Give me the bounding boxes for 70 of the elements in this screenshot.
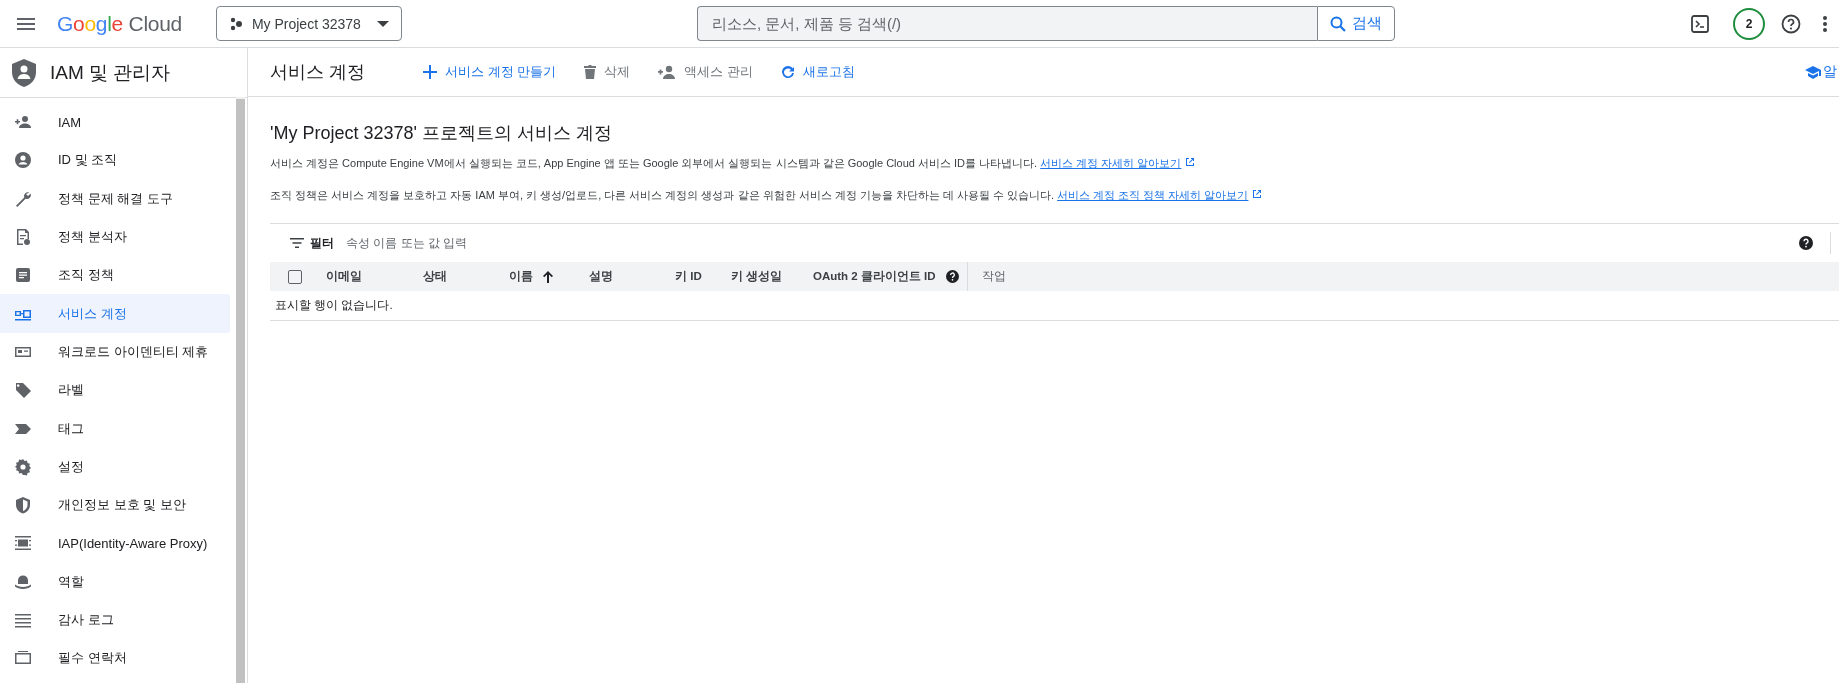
external-link-icon: [1185, 157, 1196, 167]
docs-link[interactable]: 서비스 계정 조직 정책 자세히 알아보기: [1057, 189, 1263, 201]
column-header[interactable]: OAuth 2 클라이언트 ID: [813, 269, 936, 284]
select-all-checkbox[interactable]: [288, 269, 302, 284]
section-heading: 'My Project 32378' 프로젝트의 서비스 계정: [270, 122, 613, 145]
graduation-cap-icon: [1805, 65, 1821, 79]
plus-icon: [423, 65, 437, 79]
scrollbar[interactable]: [236, 97, 245, 683]
sidebar-item[interactable]: 워크로드 아이덴티티 제휴: [0, 332, 230, 372]
help-icon[interactable]: [945, 270, 959, 283]
sidebar-item[interactable]: ID 및 조직: [0, 141, 230, 180]
google-cloud-logo[interactable]: Google Cloud: [57, 11, 182, 36]
filter-label: 필터: [310, 234, 334, 252]
sort-arrow-icon[interactable]: [543, 270, 553, 283]
more-icon[interactable]: [1823, 15, 1827, 32]
learn-link[interactable]: 알: [1805, 63, 1837, 81]
sidebar-item[interactable]: 설정: [0, 447, 230, 486]
column-header[interactable]: 설명: [589, 269, 613, 284]
docs-link[interactable]: 서비스 계정 자세히 알아보기: [1040, 157, 1196, 169]
page-title: 서비스 계정: [270, 61, 365, 84]
search-button[interactable]: 검색: [1316, 6, 1395, 41]
person-add-icon: [658, 65, 677, 79]
help-icon[interactable]: [1799, 236, 1813, 250]
sidebar-item[interactable]: IAP(Identity-Aware Proxy): [0, 524, 230, 563]
create-button[interactable]: 서비스 계정 만들기: [423, 59, 557, 85]
terminal-icon[interactable]: [1691, 14, 1709, 33]
sidebar-title: IAM 및 관리자: [50, 60, 171, 85]
shield-icon: [14, 496, 32, 515]
menu-icon[interactable]: [17, 17, 35, 30]
sidebar-item[interactable]: 감사 로그: [0, 600, 230, 640]
sidebar-item[interactable]: 조직 정책: [0, 256, 230, 295]
description-text: 조직 정책은 서비스 계정을 보호하고 자동 IAM 부여, 키 생성/업로드, 다른 서비스 계정의 생성과 같은 위험한 서비스 계정 기능을 차단하는 데 사용될 수 있습니다. 서비스 계정 조직 정책 자세히 알아보기: [270, 187, 1839, 203]
account-circle-icon: [14, 151, 32, 170]
dots-icon: [228, 16, 243, 31]
column-header[interactable]: 상태: [423, 269, 447, 284]
column-header[interactable]: 키 ID: [675, 269, 702, 284]
sidebar-item[interactable]: IAM: [0, 103, 230, 142]
sidebar-item[interactable]: 서비스 계정: [0, 294, 230, 333]
column-header[interactable]: 작업: [982, 269, 1006, 284]
gear-icon: [14, 457, 32, 476]
list-icon: [14, 611, 32, 629]
sidebar-item[interactable]: 태그: [0, 409, 230, 448]
help-icon[interactable]: [1781, 13, 1801, 34]
search-icon: [1329, 15, 1346, 32]
search-field[interactable]: 리소스, 문서, 제품 등 검색(/): [696, 6, 1317, 41]
sidebar-item[interactable]: 개인정보 보호 및 보안: [0, 485, 230, 525]
column-header[interactable]: 이메일: [326, 269, 362, 284]
external-link-icon: [1252, 189, 1263, 199]
sidebar-item[interactable]: 역할: [0, 562, 230, 601]
caret-icon: [376, 20, 389, 27]
frame-list-icon: [14, 534, 32, 553]
description-text: 서비스 계정은 Compute Engine VM에서 실행되는 코드, App Engine 앱 또는 Google 외부에서 실행되는 시스템과 같은 Google Cloud 서비스 ID를 나타냅니다. 서비스 계정 자세히 알아보기: [270, 155, 1839, 171]
sidebar-item[interactable]: 필수 연락처: [0, 639, 230, 678]
sidebar-item[interactable]: 라벨: [0, 371, 230, 410]
sidebar-item[interactable]: 정책 분석자: [0, 217, 230, 257]
trash-icon: [584, 65, 597, 79]
notification-count[interactable]: 2: [1733, 7, 1765, 40]
project-selector[interactable]: My Project 32378: [215, 6, 402, 41]
shield-person-icon: [12, 58, 36, 87]
wrench-icon: [14, 189, 32, 208]
filter-icon[interactable]: [290, 238, 304, 248]
empty-table-message: 표시할 행이 없습니다.: [275, 298, 393, 313]
column-header[interactable]: 이름: [509, 269, 533, 284]
article-icon: [14, 266, 32, 285]
label-icon: [14, 381, 32, 400]
column-header[interactable]: 키 생성일: [731, 269, 783, 284]
refresh-icon: [780, 65, 795, 79]
document-icon: [14, 228, 32, 247]
refresh-button[interactable]: 새로고침: [780, 59, 855, 85]
sidebar-item[interactable]: 정책 문제 해결 도구: [0, 179, 230, 218]
